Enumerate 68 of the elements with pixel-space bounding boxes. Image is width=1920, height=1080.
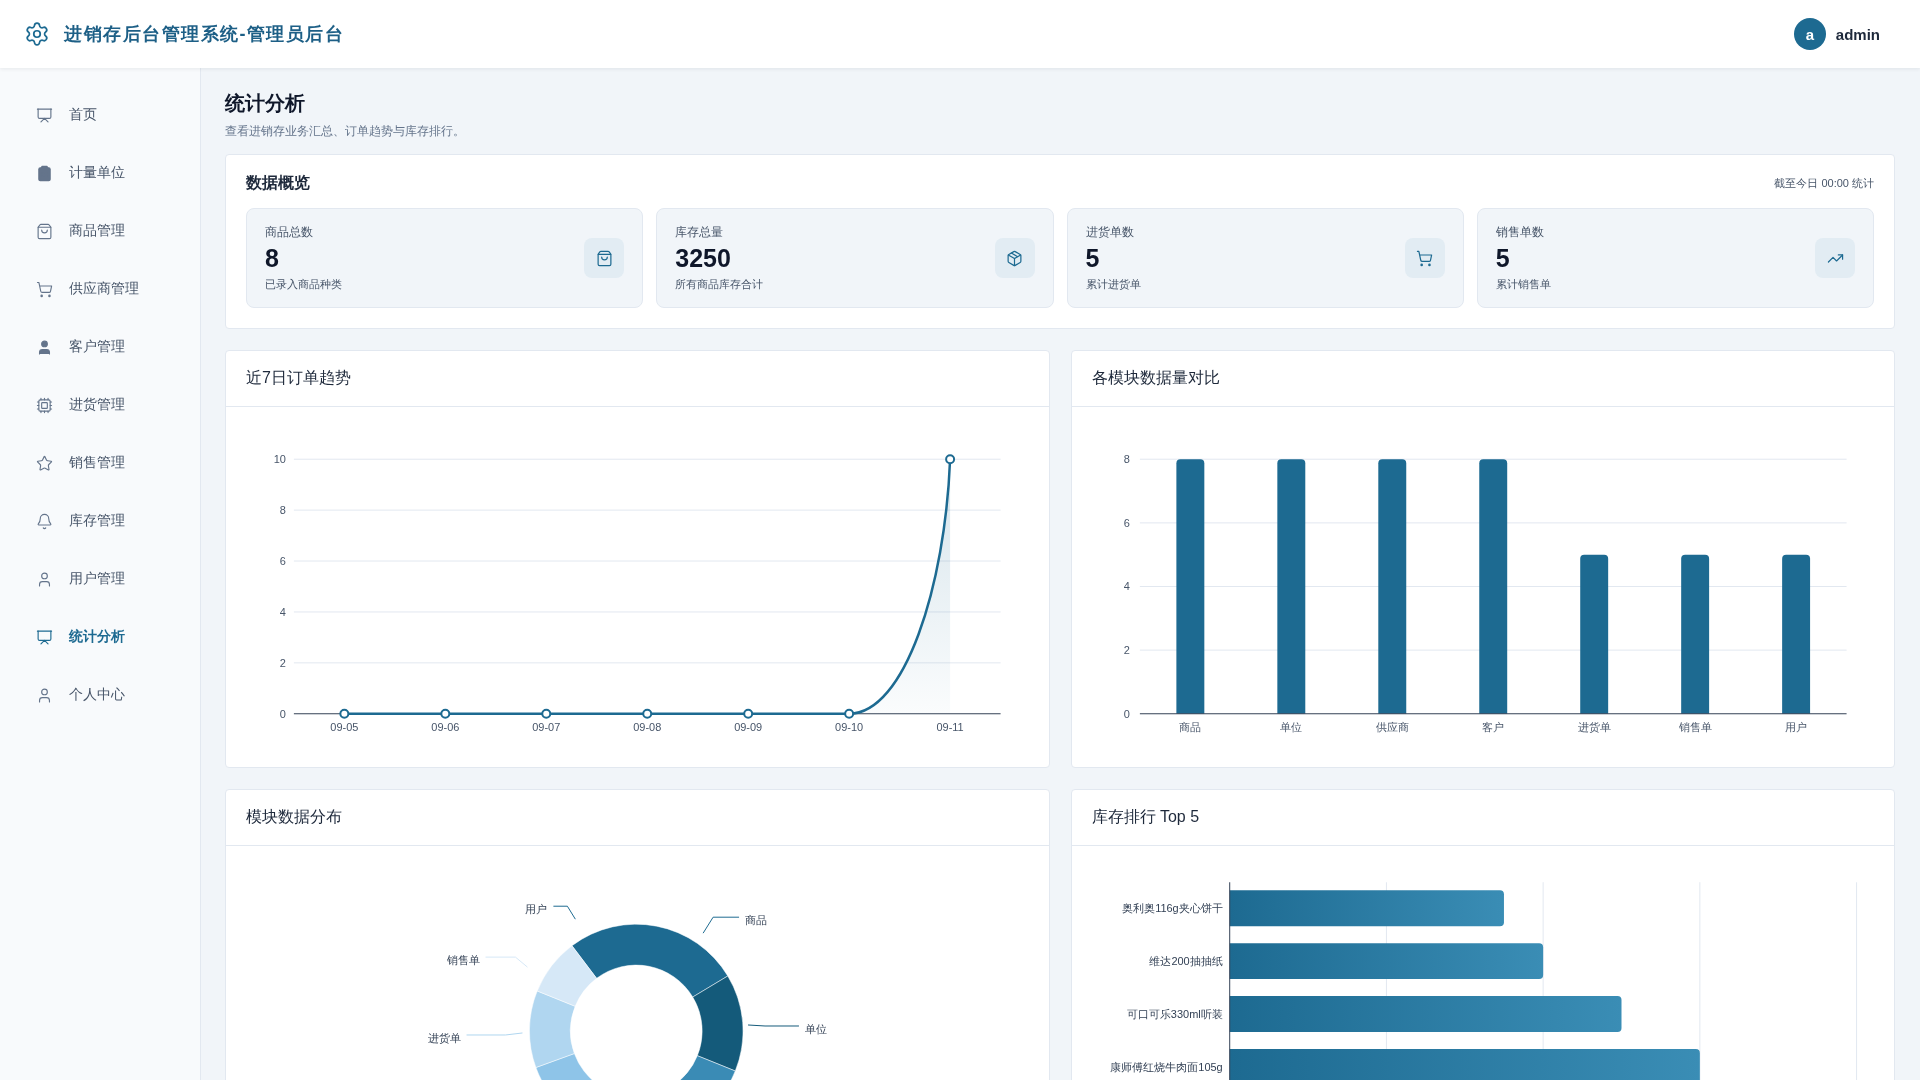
axis-label: 09-07 (532, 720, 561, 733)
axis-label: 4 (1123, 580, 1130, 593)
bar-label: 康师傅红烧牛肉面105g (1109, 1060, 1223, 1073)
axis-label: 进货单 (1577, 720, 1611, 733)
stat-value: 8 (265, 244, 280, 273)
chart-title: 模块数据分布 (246, 807, 342, 827)
axis-label: 8 (279, 504, 286, 517)
stat-caption: 已录入商品种类 (265, 277, 342, 292)
axis-label: 单位 (1279, 720, 1302, 733)
stat-caption: 累计进货单 (1085, 277, 1141, 292)
chart-title: 近7日订单趋势 (246, 368, 351, 388)
axis-label: 6 (1123, 516, 1130, 529)
axis-label: 用户 (1784, 720, 1807, 733)
sidebar-item[interactable]: 库存管理 (0, 492, 200, 550)
axis-label: 商品 (1178, 720, 1201, 733)
slice-label: 单位 (804, 1023, 827, 1035)
axis-label: 2 (1123, 644, 1130, 657)
chart-title: 库存排行 Top 5 (1091, 807, 1200, 827)
axis-label: 8 (1123, 453, 1130, 466)
axis-label: 供应商 (1375, 720, 1409, 733)
user-name[interactable]: admin (1835, 25, 1880, 43)
stat-label: 商品总数 (265, 224, 314, 241)
axis-label: 09-05 (330, 720, 359, 733)
stat-caption: 累计销售单 (1495, 277, 1551, 292)
slice-label: 销售单 (446, 954, 480, 967)
axis-label: 6 (279, 555, 286, 568)
axis-label: 09-08 (633, 720, 662, 733)
page-subtitle: 查看进销存业务汇总、订单趋势与库存排行。 (225, 123, 466, 140)
bar-label: 奥利奥116g夹心饼干 (1121, 902, 1223, 915)
sidebar-item[interactable]: 首页 (0, 86, 200, 144)
stats-note: 截至今日 00:00 统计 (1774, 176, 1874, 191)
sidebar-item[interactable]: 销售管理 (0, 434, 200, 492)
card-title: 数据概览 (246, 173, 310, 193)
page-title: 统计分析 (225, 91, 306, 116)
stat-label: 库存总量 (675, 224, 725, 241)
slice-label: 用户 (525, 903, 548, 916)
sidebar-item[interactable]: 统计分析 (0, 608, 200, 666)
sidebar-item[interactable]: 客户管理 (0, 318, 200, 376)
axis-label: 2 (279, 656, 286, 669)
sidebar-item[interactable]: 用户管理 (0, 550, 200, 608)
axis-label: 09-11 (936, 720, 964, 733)
bar-label: 可口可乐330ml听装 (1126, 1008, 1223, 1020)
slice-label: 进货单 (427, 1031, 461, 1044)
stat-value: 3250 (675, 244, 732, 273)
sidebar-item[interactable]: 个人中心 (0, 666, 200, 724)
axis-label: 0 (1123, 707, 1130, 720)
chart-title: 各模块数据量对比 (1091, 368, 1220, 388)
slice-label: 商品 (745, 914, 768, 927)
axis-label: 10 (273, 453, 286, 466)
sidebar-item[interactable]: 计量单位 (0, 144, 200, 202)
stat-label: 进货单数 (1085, 224, 1135, 241)
sidebar-item[interactable]: 进货管理 (0, 376, 200, 434)
axis-label: 客户 (1481, 720, 1504, 733)
user-avatar[interactable]: a (1793, 18, 1826, 50)
axis-label: 0 (279, 707, 286, 720)
stat-caption: 所有商品库存合计 (675, 277, 764, 292)
axis-label: 销售单 (1678, 720, 1712, 733)
app-title: 进销存后台管理系统-管理员后台 (64, 23, 345, 46)
bar-label: 维达200抽抽纸 (1148, 955, 1223, 968)
sidebar-item[interactable]: 供应商管理 (0, 260, 200, 318)
axis-label: 09-09 (734, 720, 763, 733)
axis-label: 4 (279, 605, 286, 618)
stat-value: 5 (1085, 244, 1101, 273)
sidebar-item[interactable]: 商品管理 (0, 202, 200, 260)
stat-label: 销售单数 (1495, 224, 1545, 241)
stat-value: 5 (1495, 244, 1511, 273)
axis-label: 09-06 (431, 720, 460, 733)
axis-label: 09-10 (835, 720, 864, 733)
